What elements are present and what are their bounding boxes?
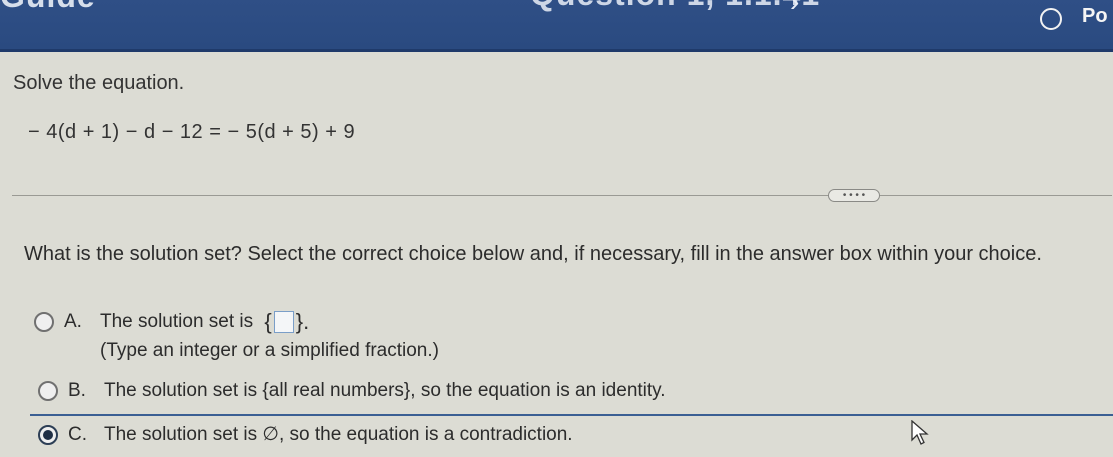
question-title: Question 1, 1.1.41 (530, 0, 820, 13)
more-options-button[interactable]: • • • • (828, 189, 880, 202)
guide-link[interactable]: Guide (0, 0, 96, 15)
choice-c-letter: C. (68, 423, 87, 445)
choice-a-text: The solution set is (100, 311, 254, 332)
mouse-cursor-icon (911, 420, 929, 445)
question-text: What is the solution set? Select the cor… (24, 243, 1042, 265)
choice-a[interactable]: A. The solution set is {}. (34, 309, 309, 335)
choice-a-letter: A. (64, 311, 82, 332)
next-question-chevron-icon[interactable]: › (790, 0, 799, 18)
choice-a-hint: (Type an integer or a simplified fractio… (100, 340, 439, 361)
choice-b[interactable]: B. The solution set is {all real numbers}… (38, 380, 666, 402)
choice-b-radio[interactable] (38, 381, 58, 401)
choice-c[interactable]: C. The solution set is ∅, so the equation… (38, 423, 573, 446)
header-bar: Guide Question 1, 1.1.41 › Po (0, 0, 1113, 52)
choice-b-letter: B. (68, 380, 86, 401)
page: Guide Question 1, 1.1.41 › Po Solve the … (0, 0, 1113, 457)
section-divider (12, 195, 1112, 196)
brace-open: { (264, 309, 272, 334)
brace-close: }. (295, 309, 310, 334)
instruction-text: Solve the equation. (13, 72, 185, 94)
choice-a-radio[interactable] (34, 312, 54, 332)
equation-text: − 4(d + 1) − d − 12 = − 5(d + 5) + 9 (28, 121, 356, 143)
choice-c-radio[interactable] (38, 424, 58, 445)
points-label: Po (1082, 5, 1108, 27)
points-radio-icon (1040, 8, 1062, 30)
answer-input-box[interactable] (273, 311, 294, 333)
answer-set: {}. (264, 309, 309, 335)
choice-c-text: The solution set is ∅, so the equation i… (104, 424, 573, 445)
choice-b-text: The solution set is {all real numbers}, … (104, 380, 666, 401)
